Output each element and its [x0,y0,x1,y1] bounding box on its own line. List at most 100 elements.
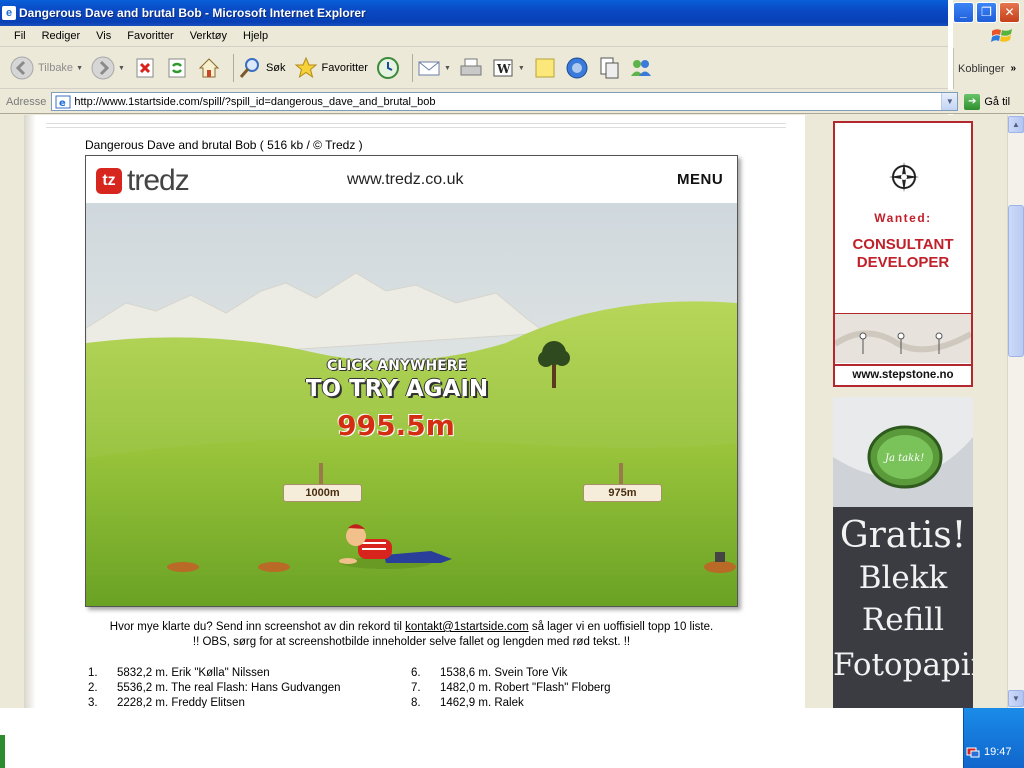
minimize-button[interactable]: _ [953,2,974,23]
list-item: 3. 2228,2 m. Freddy Elitsen [88,696,245,708]
rank-entry: 1482,0 m. Robert "Flash" Floberg [440,682,611,694]
research-icon [600,57,619,79]
click-anywhere-text: CLICK ANYWHERE [326,358,468,374]
game-info-text: Hvor mye klarte du? Send inn screenshot … [85,620,738,650]
note-button[interactable] [533,56,557,80]
word-icon: W [493,59,513,77]
globe-icon [566,57,588,79]
edit-dropdown-icon[interactable]: ▼ [518,65,525,72]
page-shadow [24,115,36,708]
refresh-button[interactable] [165,56,189,80]
svg-text:W: W [496,62,511,76]
game-menu-button[interactable]: MENU [677,171,723,188]
links-label: Koblinger [958,62,1005,75]
blekk-line-1: Gratis! [839,515,967,556]
svg-text:e: e [59,98,66,109]
back-dropdown-icon[interactable]: ▼ [76,65,83,72]
rank-number: 8. [411,697,421,708]
info-line-1: Hvor mye klarte du? Send inn screenshot … [85,620,738,635]
links-toolbar[interactable]: Koblinger » [953,48,1024,89]
rank-number: 3. [88,697,98,708]
address-dropdown-icon[interactable]: ▼ [941,93,958,110]
menu-file[interactable]: Fil [6,30,34,42]
game-scene[interactable]: CLICK ANYWHERE TO TRY AGAIN 995.5m 1000m… [86,203,737,606]
close-button[interactable]: ✕ [999,2,1020,23]
compass-icon [889,162,919,192]
go-button[interactable]: ➔ Gå til [964,93,1010,110]
history-icon [376,57,399,79]
rank-entry: 2228,2 m. Freddy Elitsen [117,697,245,708]
edit-button[interactable]: W ▼ [491,56,525,80]
address-input[interactable]: e http://www.1startside.com/spill/?spill… [51,92,959,111]
star-icon [294,56,317,79]
rank-entry: 5536,2 m. The real Flash: Hans Gudvangen [117,682,341,694]
messenger-button[interactable] [629,56,653,80]
scroll-up-icon[interactable]: ▲ [1008,116,1024,133]
list-item: 2. 5536,2 m. The real Flash: Hans Gudvan… [88,681,341,696]
toolbar-separator [232,54,234,82]
menu-help[interactable]: Hjelp [235,30,276,42]
stone-marker [715,552,725,562]
menu-bar: Fil Rediger Vis Favoritter Verktøy Hjelp [0,26,948,47]
start-button-edge[interactable] [0,735,5,768]
toolbar: Tilbake ▼ ▼ Søk Favoritter ▼ W ▼ [0,48,948,89]
menu-tools[interactable]: Verktøy [182,30,235,42]
info-line-2: !! OBS, sørg for at screenshotbilde inne… [192,636,631,648]
info-text-before: Hvor mye klarte du? Send inn screenshot … [109,621,406,633]
forward-arrow-icon [91,56,115,80]
title-bar[interactable]: e Dangerous Dave and brutal Bob - Micros… [0,0,948,26]
toolbar-separator [411,54,413,82]
forward-dropdown-icon[interactable]: ▼ [118,65,125,72]
stop-button[interactable] [133,56,157,80]
status-area [0,708,963,768]
page-content: Dangerous Dave and brutal Bob ( 516 kb /… [36,115,805,708]
vertical-scrollbar[interactable]: ▲ ▼ [1007,115,1024,708]
top-divider [46,123,786,128]
dirt-mound [167,562,199,572]
list-item: 1. 5832,2 m. Erik "Kølla" Nilssen [88,666,270,681]
mail-dropdown-icon[interactable]: ▼ [444,65,451,72]
scroll-thumb[interactable] [1008,205,1024,357]
list-item: 7. 1482,0 m. Robert "Flash" Floberg [411,681,611,696]
stepstone-ad[interactable]: Wanted: CONSULTANT DEVELOPER www.stepsto… [833,121,973,387]
stepstone-wanted: Wanted: [874,211,932,225]
list-item: 8. 1462,9 m. Ralek [411,696,524,708]
messenger-globe-button[interactable] [565,56,589,80]
contact-email-link[interactable]: kontakt@1startside.com [405,621,529,633]
back-label: Tilbake [38,62,74,74]
refresh-icon [168,58,186,78]
back-button[interactable]: Tilbake ▼ [10,56,83,80]
home-button[interactable] [197,56,221,80]
rank-number: 6. [411,667,421,679]
tredz-site-url[interactable]: www.tredz.co.uk [347,171,463,189]
browser-viewport: Dangerous Dave and brutal Bob ( 516 kb /… [0,115,1007,708]
game-canvas[interactable]: tz tredz www.tredz.co.uk MENU CLICK ANYW… [85,155,738,607]
search-button[interactable]: Søk [238,56,286,80]
forward-button[interactable]: ▼ [91,56,125,80]
try-again-text: TO TRY AGAIN [305,376,489,402]
tredz-logo[interactable]: tz tredz [96,164,190,198]
tredz-logo-mark: tz [96,168,122,194]
history-button[interactable] [376,56,400,80]
window-title: Dangerous Dave and brutal Bob - Microsof… [19,6,366,20]
scroll-down-icon[interactable]: ▼ [1008,690,1024,707]
clock: 19:47 [984,746,1012,758]
links-chevron-icon[interactable]: » [1010,63,1016,74]
research-button[interactable] [597,56,621,80]
stepstone-url[interactable]: www.stepstone.no [835,364,971,385]
favorites-button[interactable]: Favoritter [294,56,368,80]
network-icon[interactable] [966,745,980,759]
menu-edit[interactable]: Rediger [34,30,89,42]
blekk-ad[interactable]: Ja takk! Gratis! Blekk Refill Fotopapir [833,397,973,708]
restore-button[interactable]: ❐ [976,2,997,23]
mail-button[interactable]: ▼ [417,56,451,80]
ja-takk-button-text[interactable]: Ja takk! [883,453,924,464]
rank-entry: 1538,6 m. Svein Tore Vik [440,667,568,679]
menu-favorites[interactable]: Favoritter [119,30,181,42]
ie-icon: e [2,6,16,20]
rank-number: 1. [88,667,98,679]
window-controls: _ ❐ ✕ [953,2,1024,24]
print-button[interactable] [459,56,483,80]
menu-view[interactable]: Vis [88,30,119,42]
system-tray: 19:47 [963,708,1024,768]
